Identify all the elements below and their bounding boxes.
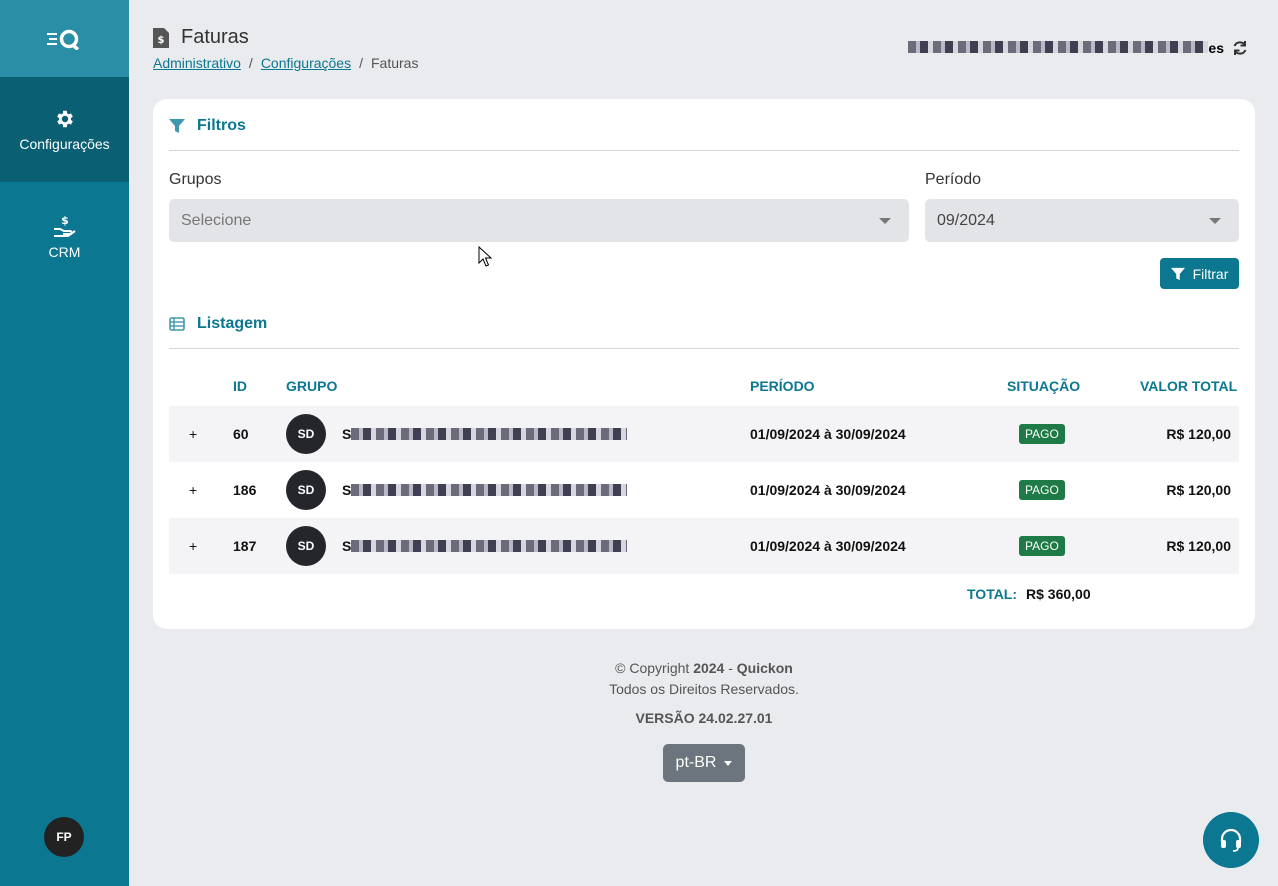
- list-table-icon: [169, 317, 185, 331]
- hand-dollar-icon: $: [53, 214, 76, 237]
- sidebar-item-label: Configurações: [19, 135, 110, 152]
- chevron-down-icon: [879, 218, 891, 224]
- gear-icon: [56, 110, 73, 127]
- breadcrumb-separator: /: [359, 55, 363, 71]
- filtrar-button[interactable]: Filtrar: [1160, 258, 1239, 289]
- column-header-id[interactable]: ID: [233, 378, 247, 394]
- refresh-icon[interactable]: [1232, 40, 1248, 56]
- group-avatar: SD: [286, 470, 326, 510]
- breadcrumb: Administrativo / Configurações / Faturas: [153, 55, 418, 71]
- total-value: R$ 360,00: [1026, 586, 1091, 602]
- user-info: es: [908, 40, 1248, 56]
- column-header-periodo[interactable]: PERÍODO: [750, 378, 815, 394]
- breadcrumb-separator: /: [248, 55, 253, 71]
- total-label: TOTAL:: [967, 586, 1018, 602]
- sidebar-item-crm[interactable]: $ CRM: [0, 182, 129, 292]
- filter-icon: [169, 119, 185, 133]
- breadcrumb-configuracoes[interactable]: Configurações: [261, 55, 351, 71]
- language-dropdown-button[interactable]: pt-BR: [663, 744, 745, 782]
- table-row: + 186 SD S 01/09/2024 à 30/09/2024 PAGO …: [169, 462, 1239, 518]
- sidebar: Configurações $ CRM FP: [0, 0, 129, 886]
- page-title-text: Faturas: [181, 26, 249, 48]
- row-id: 187: [233, 538, 257, 554]
- row-period: 01/09/2024 à 30/09/2024: [750, 426, 906, 442]
- table-row: + 60 SD S 01/09/2024 à 30/09/2024 PAGO R…: [169, 406, 1239, 462]
- sidebar-item-configuracoes[interactable]: Configurações: [0, 77, 129, 182]
- rights-text: Todos os Direitos Reservados.: [609, 681, 799, 697]
- headset-icon: [1220, 828, 1242, 852]
- caret-down-icon: [724, 760, 733, 766]
- svg-text:$: $: [158, 35, 165, 46]
- status-badge: PAGO: [1019, 536, 1065, 556]
- status-badge: PAGO: [1019, 424, 1065, 444]
- expand-row-plus-icon[interactable]: +: [189, 406, 197, 462]
- divider: [169, 348, 1239, 349]
- breadcrumb-administrativo[interactable]: Administrativo: [153, 55, 241, 71]
- svg-text:$: $: [61, 214, 69, 227]
- app-logo[interactable]: [0, 0, 129, 77]
- sidebar-item-label: CRM: [48, 244, 81, 260]
- expand-row-plus-icon[interactable]: +: [189, 462, 197, 518]
- invoices-card: Filtros Grupos Selecione Período 09/2024…: [153, 99, 1255, 629]
- group-avatar: SD: [286, 414, 326, 454]
- column-header-valor-total[interactable]: VALOR TOTAL: [1140, 378, 1237, 394]
- column-header-grupo[interactable]: GRUPO: [286, 378, 337, 394]
- version-text: VERSÃO 24.02.27.01: [635, 710, 773, 726]
- row-id: 60: [233, 426, 249, 442]
- copyright-line: © Copyright 2024 - Quickon: [615, 660, 793, 676]
- support-headset-button[interactable]: [1203, 812, 1259, 868]
- user-name-redacted: es: [908, 40, 1224, 56]
- page-title: $ Faturas: [153, 26, 249, 49]
- row-total: R$ 120,00: [1166, 426, 1231, 442]
- periodo-select[interactable]: 09/2024: [925, 199, 1239, 242]
- periodo-label: Período: [925, 171, 982, 188]
- listing-section-title: Listagem: [169, 315, 267, 333]
- status-badge: PAGO: [1019, 480, 1065, 500]
- grupos-label: Grupos: [169, 171, 222, 188]
- expand-row-plus-icon[interactable]: +: [189, 518, 197, 574]
- group-avatar: SD: [286, 526, 326, 566]
- divider: [169, 150, 1239, 151]
- group-name-redacted: S: [342, 462, 628, 518]
- filters-section-title: Filtros: [169, 117, 246, 135]
- group-name-redacted: S: [342, 518, 628, 574]
- user-avatar[interactable]: FP: [44, 817, 84, 857]
- row-period: 01/09/2024 à 30/09/2024: [750, 482, 906, 498]
- group-name-redacted: S: [342, 406, 628, 462]
- row-total: R$ 120,00: [1166, 538, 1231, 554]
- row-id: 186: [233, 482, 257, 498]
- mouse-cursor-icon: [478, 246, 492, 267]
- quickon-logo-icon: [46, 29, 79, 50]
- row-period: 01/09/2024 à 30/09/2024: [750, 538, 906, 554]
- table-row: + 187 SD S 01/09/2024 à 30/09/2024 PAGO …: [169, 518, 1239, 574]
- column-header-situacao[interactable]: SITUAÇÃO: [1007, 378, 1080, 394]
- chevron-down-icon: [1209, 218, 1221, 224]
- grupos-select[interactable]: Selecione: [169, 199, 909, 242]
- invoice-document-icon: $: [153, 27, 169, 48]
- row-total: R$ 120,00: [1166, 482, 1231, 498]
- filter-icon: [1170, 267, 1185, 280]
- breadcrumb-current: Faturas: [370, 55, 419, 71]
